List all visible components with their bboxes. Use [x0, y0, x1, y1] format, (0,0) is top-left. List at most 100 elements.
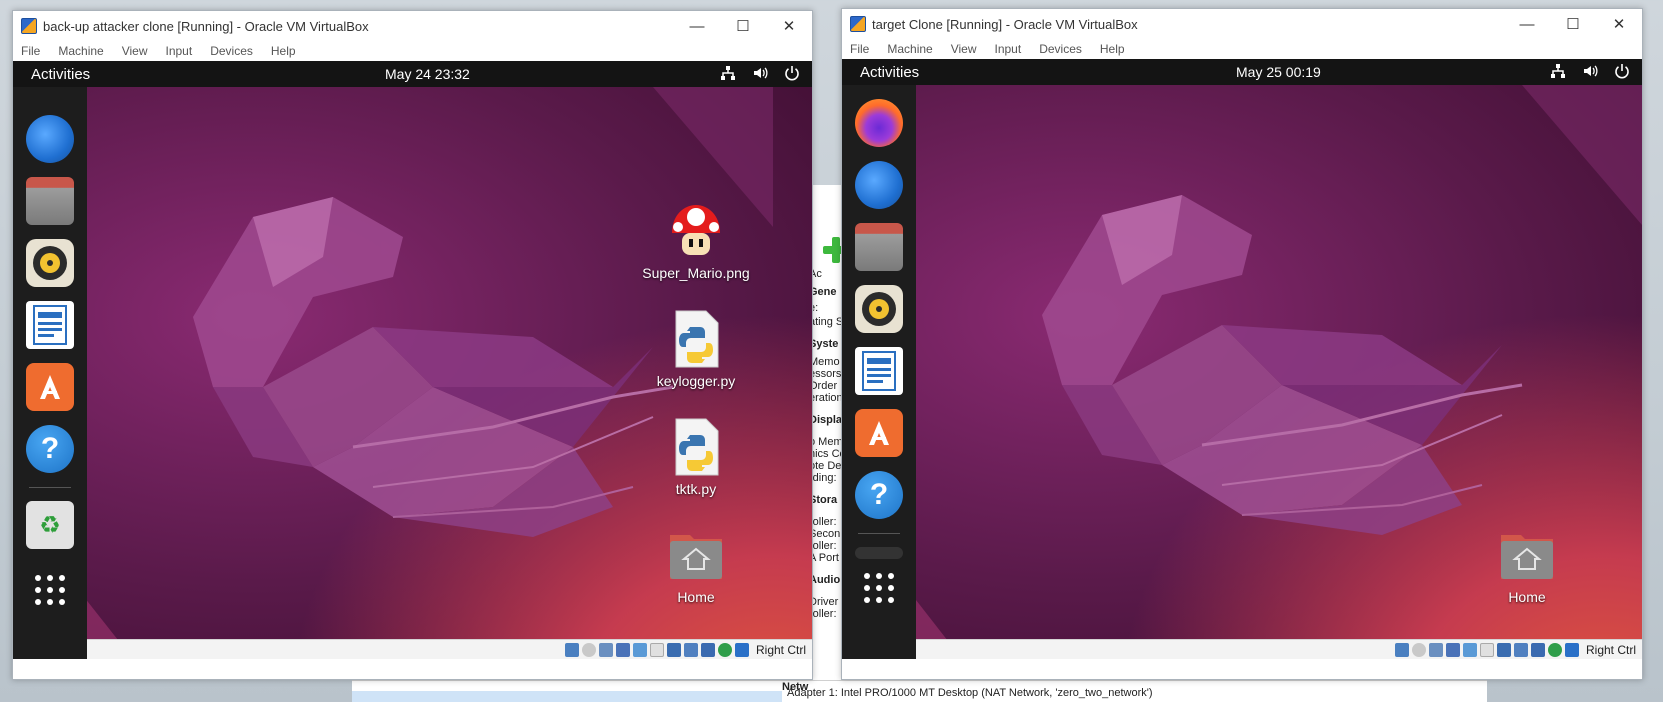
host-key-label: Right Ctrl: [1585, 642, 1636, 657]
software-icon[interactable]: [855, 409, 903, 457]
recording-status-icon[interactable]: [1513, 642, 1528, 657]
desktop-icon-label: Home: [677, 589, 715, 605]
help-icon[interactable]: ?: [26, 425, 74, 473]
manager-detail-line: ote De: [809, 460, 842, 472]
network-status-icon[interactable]: [615, 642, 630, 657]
power-icon[interactable]: [784, 65, 800, 81]
menu-help[interactable]: Help: [271, 44, 296, 58]
mushroom-icon: [666, 201, 726, 261]
dock-separator: [29, 487, 71, 488]
show-apps-icon[interactable]: [864, 573, 894, 603]
vbox-menubar: File Machine View Input Devices Help: [842, 39, 1642, 59]
host-taskbar-strip: [352, 691, 782, 702]
running-app-icon[interactable]: [855, 547, 903, 559]
clock[interactable]: May 25 00:19: [1236, 64, 1321, 80]
host-key-label: Right Ctrl: [755, 642, 806, 657]
menu-file[interactable]: File: [21, 44, 40, 58]
activities-button[interactable]: Activities: [860, 64, 919, 81]
minimize-button[interactable]: —: [674, 11, 720, 41]
clock[interactable]: May 24 23:32: [385, 66, 470, 82]
desktop-icon-tktk[interactable]: tktk.py: [636, 417, 756, 497]
help-icon[interactable]: ?: [855, 471, 903, 519]
manager-detail-line: rding:: [809, 472, 837, 484]
menu-file[interactable]: File: [850, 42, 869, 56]
activities-button[interactable]: Activities: [31, 66, 90, 83]
menu-machine[interactable]: Machine: [58, 44, 103, 58]
software-icon[interactable]: [26, 363, 74, 411]
files-icon[interactable]: [855, 223, 903, 271]
desktop-icon-label: Home: [1508, 589, 1546, 605]
maximize-button[interactable]: ☐: [720, 11, 766, 41]
usb-status-icon[interactable]: [1462, 642, 1477, 657]
thunderbird-icon[interactable]: [855, 161, 903, 209]
cpu-status-icon[interactable]: [700, 642, 715, 657]
keyboard-capture-icon[interactable]: [734, 642, 749, 657]
window-titlebar[interactable]: target Clone [Running] - Oracle VM Virtu…: [842, 9, 1642, 39]
manager-section-heading: Syste: [809, 338, 839, 350]
manager-detail-line: Order: [809, 380, 838, 392]
harddisk-status-icon[interactable]: [564, 642, 579, 657]
menu-input[interactable]: Input: [166, 44, 193, 58]
menu-devices[interactable]: Devices: [210, 44, 253, 58]
files-icon[interactable]: [26, 177, 74, 225]
window-title: target Clone [Running] - Oracle VM Virtu…: [872, 16, 1138, 32]
home-folder-icon: [666, 525, 726, 585]
manager-detail-line: roller:: [809, 516, 837, 528]
rhythmbox-icon[interactable]: [26, 239, 74, 287]
writer-icon[interactable]: [855, 347, 903, 395]
show-apps-icon[interactable]: [35, 575, 65, 605]
minimize-button[interactable]: —: [1504, 9, 1550, 39]
menu-devices[interactable]: Devices: [1039, 42, 1082, 56]
audio-status-icon[interactable]: [1428, 642, 1443, 657]
close-button[interactable]: ✕: [766, 11, 812, 41]
volume-icon[interactable]: [752, 65, 768, 81]
vm-screen[interactable]: Activities May 24 23:32 ? ♻ Super_Mario.…: [13, 61, 812, 659]
menu-view[interactable]: View: [951, 42, 977, 56]
python-file-icon: [666, 417, 726, 477]
manager-section-heading: Gene: [809, 286, 837, 298]
usb-status-icon[interactable]: [632, 642, 647, 657]
firefox-icon[interactable]: [855, 99, 903, 147]
desktop-icon-super-mario[interactable]: Super_Mario.png: [636, 201, 756, 281]
power-icon[interactable]: [1614, 63, 1630, 79]
audio-status-icon[interactable]: [598, 642, 613, 657]
display-status-icon[interactable]: [666, 642, 681, 657]
network-icon[interactable]: [1550, 63, 1566, 79]
maximize-button[interactable]: ☐: [1550, 9, 1596, 39]
menu-help[interactable]: Help: [1100, 42, 1125, 56]
manager-section-heading: Stora: [809, 494, 838, 506]
close-button[interactable]: ✕: [1596, 9, 1642, 39]
harddisk-status-icon[interactable]: [1394, 642, 1409, 657]
vbox-window-attacker[interactable]: back-up attacker clone [Running] - Oracl…: [12, 10, 813, 680]
optical-status-icon[interactable]: [581, 642, 596, 657]
menu-view[interactable]: View: [122, 44, 148, 58]
shared-folder-status-icon[interactable]: [1479, 642, 1494, 657]
trash-icon[interactable]: ♻: [26, 501, 74, 549]
cpu-status-icon[interactable]: [1530, 642, 1545, 657]
vbox-menubar: File Machine View Input Devices Help: [13, 41, 812, 61]
mouse-integration-icon[interactable]: [1547, 642, 1562, 657]
desktop-icon-keylogger[interactable]: keylogger.py: [636, 309, 756, 389]
volume-icon[interactable]: [1582, 63, 1598, 79]
desktop-icon-label: Super_Mario.png: [642, 265, 750, 281]
desktop-icon-home[interactable]: Home: [636, 525, 756, 605]
network-icon[interactable]: [720, 65, 736, 81]
manager-detail-line: roller:: [809, 608, 837, 620]
desktop-icon-home[interactable]: Home: [1467, 525, 1587, 605]
gnome-topbar: Activities May 25 00:19: [842, 59, 1642, 85]
vm-screen[interactable]: Activities May 25 00:19 ? Home Right Ctr…: [842, 59, 1642, 659]
thunderbird-icon[interactable]: [26, 115, 74, 163]
window-titlebar[interactable]: back-up attacker clone [Running] - Oracl…: [13, 11, 812, 41]
vbox-window-target[interactable]: target Clone [Running] - Oracle VM Virtu…: [841, 8, 1643, 680]
recording-status-icon[interactable]: [683, 642, 698, 657]
menu-machine[interactable]: Machine: [887, 42, 932, 56]
optical-status-icon[interactable]: [1411, 642, 1426, 657]
writer-icon[interactable]: [26, 301, 74, 349]
keyboard-capture-icon[interactable]: [1564, 642, 1579, 657]
network-status-icon[interactable]: [1445, 642, 1460, 657]
rhythmbox-icon[interactable]: [855, 285, 903, 333]
display-status-icon[interactable]: [1496, 642, 1511, 657]
shared-folder-status-icon[interactable]: [649, 642, 664, 657]
mouse-integration-icon[interactable]: [717, 642, 732, 657]
menu-input[interactable]: Input: [995, 42, 1022, 56]
